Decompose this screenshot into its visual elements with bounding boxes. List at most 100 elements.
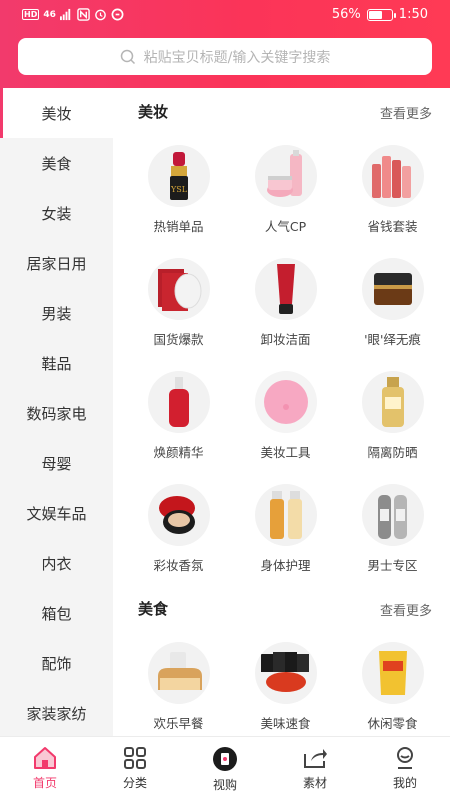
tab-label: 素材 bbox=[302, 776, 327, 790]
sidebar-item-label: 配饰 bbox=[41, 654, 72, 673]
sidebar-item-label: 数码家电 bbox=[26, 404, 87, 423]
section-header: 美妆 查看更多 bbox=[113, 88, 450, 133]
subcategory-item[interactable]: 国货爆款 bbox=[125, 246, 232, 359]
see-more-link[interactable]: 查看更多 bbox=[380, 600, 432, 619]
see-more-link[interactable]: 查看更多 bbox=[380, 103, 432, 122]
tab-category[interactable]: 分类 bbox=[90, 737, 180, 800]
status-bar: HD 46 56% 1:50 bbox=[0, 0, 450, 32]
sidebar-item-label: 母婴 bbox=[41, 454, 72, 473]
subcategory-item[interactable]: 美味速食 bbox=[232, 630, 339, 736]
sidebar-item-shoes[interactable]: 鞋品 bbox=[0, 338, 113, 388]
cleanser-tube-icon bbox=[254, 258, 317, 320]
subcategory-item[interactable]: 焕颜精华 bbox=[125, 359, 232, 472]
sidebar-item-label: 女装 bbox=[41, 204, 72, 223]
tab-material[interactable]: 素材 bbox=[270, 737, 360, 800]
subcategory-item[interactable]: 卸妆洁面 bbox=[232, 246, 339, 359]
sidebar-item-mens[interactable]: 男装 bbox=[0, 288, 113, 338]
battery-icon bbox=[366, 8, 396, 21]
sidebar-item-label: 鞋品 bbox=[41, 354, 72, 373]
battery-percent: 56% bbox=[331, 7, 361, 22]
search-icon bbox=[120, 49, 135, 64]
serum-bottle-icon bbox=[147, 371, 210, 433]
sidebar-item-underwear[interactable]: 内衣 bbox=[0, 538, 113, 588]
sidebar-item-label: 家装家纺 bbox=[26, 704, 87, 723]
subcategory-item[interactable]: 男士专区 bbox=[339, 472, 446, 585]
subcategory-label: 焕颜精华 bbox=[153, 445, 204, 460]
lipstick-icon: YSL bbox=[147, 145, 210, 207]
tab-profile[interactable]: 我的 bbox=[360, 737, 450, 800]
svg-text:YSL: YSL bbox=[169, 185, 187, 194]
subcategory-label: 彩妆香氛 bbox=[153, 558, 204, 573]
search-placeholder[interactable]: 粘贴宝贝标题/输入关键字搜索 bbox=[144, 47, 331, 67]
status-bar-left: HD 46 bbox=[22, 8, 124, 21]
bread-icon bbox=[147, 642, 210, 704]
subcategory-item[interactable]: 身体护理 bbox=[232, 472, 339, 585]
sidebar-item-accessories[interactable]: 配饰 bbox=[0, 638, 113, 688]
body-lotion-icon bbox=[254, 484, 317, 546]
sidebar-item-label: 文娱车品 bbox=[26, 504, 87, 523]
search-bar[interactable]: 粘贴宝贝标题/输入关键字搜索 bbox=[18, 38, 432, 75]
sidebar-item-label: 美食 bbox=[41, 154, 72, 173]
tab-label: 分类 bbox=[122, 776, 147, 790]
sidebar-item-makeup[interactable]: 美妆 bbox=[0, 88, 113, 138]
subcategory-item[interactable]: 美妆工具 bbox=[232, 359, 339, 472]
sidebar-item-womens[interactable]: 女装 bbox=[0, 188, 113, 238]
category-content: 美妆 查看更多 YSL 热销单品 人气CP 省钱套装 国货爆款 卸妆洁面 '眼'… bbox=[113, 88, 450, 736]
tab-video-shop[interactable]: 视购 bbox=[180, 737, 270, 800]
sidebar-item-bags[interactable]: 箱包 bbox=[0, 588, 113, 638]
sidebar-item-label: 美妆 bbox=[41, 104, 72, 123]
grid-icon bbox=[124, 747, 146, 769]
profile-icon bbox=[397, 747, 413, 769]
clock: 1:50 bbox=[398, 7, 428, 22]
men-care-icon bbox=[361, 484, 424, 546]
subcategory-item[interactable]: 人气CP bbox=[232, 133, 339, 246]
nfc-icon bbox=[77, 8, 90, 21]
signal-icon bbox=[59, 8, 71, 21]
bottom-tab-bar: 首页 分类 视购 素材 我的 bbox=[0, 736, 450, 800]
subcategory-label: 人气CP bbox=[264, 219, 307, 234]
header: HD 46 56% 1:50 粘贴宝贝标题/输入关键字搜索 bbox=[0, 0, 450, 88]
subcategory-label: 隔离防晒 bbox=[367, 445, 418, 460]
subcategory-item[interactable]: 欢乐早餐 bbox=[125, 630, 232, 736]
subcategory-label: 卸妆洁面 bbox=[260, 332, 311, 347]
skincare-set-icon bbox=[254, 145, 317, 207]
subcategory-item[interactable]: 省钱套装 bbox=[339, 133, 446, 246]
cleansing-brush-icon bbox=[254, 371, 317, 433]
network-type: 46 bbox=[43, 9, 56, 20]
eye-cream-jar-icon bbox=[361, 258, 424, 320]
subcategory-item[interactable]: YSL 热销单品 bbox=[125, 133, 232, 246]
subcategory-label: 美妆工具 bbox=[260, 445, 311, 460]
subcategory-grid: YSL 热销单品 人气CP 省钱套装 国货爆款 卸妆洁面 '眼'绎无痕 焕颜精华… bbox=[113, 133, 450, 585]
sidebar-item-food[interactable]: 美食 bbox=[0, 138, 113, 188]
tab-home[interactable]: 首页 bbox=[0, 737, 90, 800]
subcategory-label: 休闲零食 bbox=[367, 716, 418, 731]
sidebar-item-label: 居家日用 bbox=[26, 254, 87, 273]
face-mask-icon bbox=[147, 258, 210, 320]
hd-badge: HD bbox=[22, 9, 40, 20]
subcategory-label: 男士专区 bbox=[367, 558, 418, 573]
sidebar-item-label: 内衣 bbox=[41, 554, 72, 573]
subcategory-label: 省钱套装 bbox=[367, 219, 418, 234]
sidebar-item-baby[interactable]: 母婴 bbox=[0, 438, 113, 488]
subcategory-item[interactable]: 休闲零食 bbox=[339, 630, 446, 736]
sidebar-item-label: 箱包 bbox=[41, 604, 72, 623]
tab-label: 视购 bbox=[212, 778, 237, 792]
instant-noodles-icon bbox=[254, 642, 317, 704]
section-header: 美食 查看更多 bbox=[113, 585, 450, 630]
sidebar-item-home[interactable]: 居家日用 bbox=[0, 238, 113, 288]
sidebar-item-entertainment[interactable]: 文娱车品 bbox=[0, 488, 113, 538]
subcategory-label: 身体护理 bbox=[260, 558, 311, 573]
bottle-set-icon bbox=[361, 145, 424, 207]
subcategory-grid: 欢乐早餐 美味速食 休闲零食 bbox=[113, 630, 450, 736]
sidebar-item-digital[interactable]: 数码家电 bbox=[0, 388, 113, 438]
subcategory-item[interactable]: 隔离防晒 bbox=[339, 359, 446, 472]
category-sidebar: 美妆 美食 女装 居家日用 男装 鞋品 数码家电 母婴 文娱车品 内衣 箱包 配… bbox=[0, 88, 113, 736]
battery-level bbox=[368, 10, 383, 19]
subcategory-label: 国货爆款 bbox=[153, 332, 204, 347]
subcategory-item[interactable]: '眼'绎无痕 bbox=[339, 246, 446, 359]
tab-label: 首页 bbox=[32, 776, 57, 790]
subcategory-item[interactable]: 彩妆香氛 bbox=[125, 472, 232, 585]
subcategory-label: 欢乐早餐 bbox=[153, 716, 204, 731]
sidebar-item-home-textile[interactable]: 家装家纺 bbox=[0, 688, 113, 736]
subcategory-label: 美味速食 bbox=[260, 716, 311, 731]
